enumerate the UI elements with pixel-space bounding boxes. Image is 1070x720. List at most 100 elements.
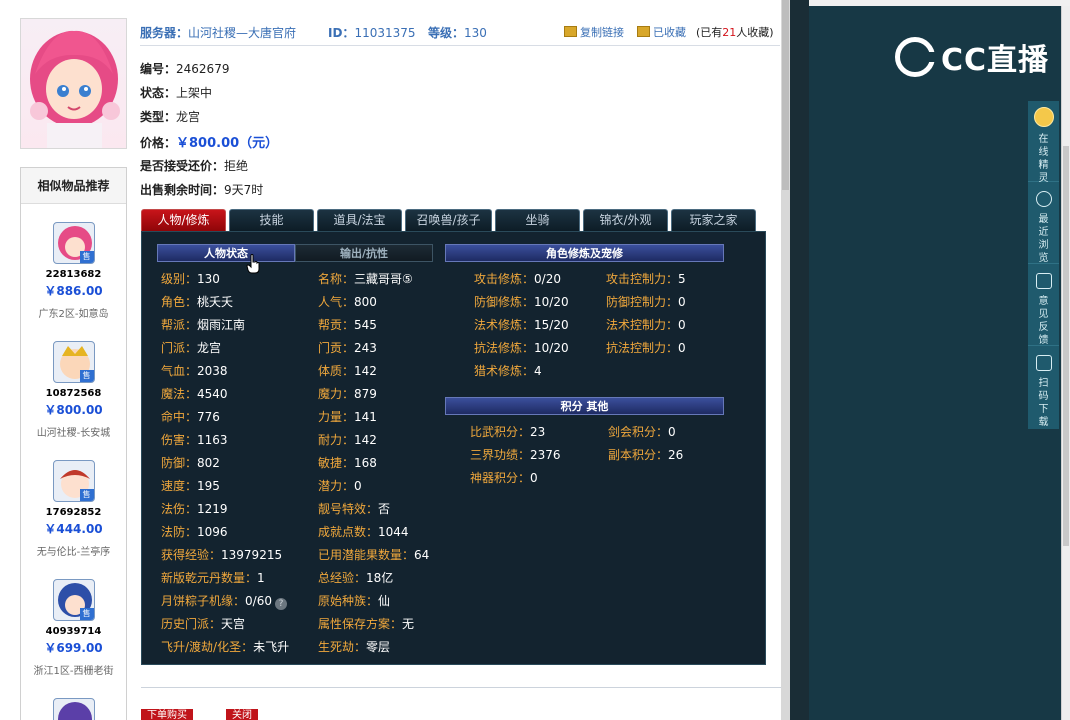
divider-strip bbox=[790, 0, 809, 720]
copy-link-button[interactable]: 复制链接 bbox=[564, 24, 624, 40]
points-row: 副本积分：26 bbox=[608, 448, 684, 462]
sell-badge: 售 bbox=[79, 489, 94, 501]
points-row: 三界功绩：2376 bbox=[470, 448, 561, 462]
golden-crown-avatar-icon: 售 bbox=[52, 341, 95, 383]
control-row: 法术控制力：0 bbox=[606, 318, 686, 332]
similar-item-server[interactable]: 无与伦比-兰亭序 bbox=[21, 543, 126, 558]
tab-outfits[interactable]: 锦衣/外观 bbox=[583, 209, 668, 231]
close-button[interactable]: 关闭 bbox=[226, 709, 258, 720]
points-header: 积分 其他 bbox=[445, 397, 724, 415]
listing-price: 价格：￥800.00（元） bbox=[140, 136, 279, 151]
similar-item[interactable]: 售 40939714 ￥699.00 浙江1区-西栅老街 bbox=[21, 579, 126, 677]
stat-row: 帮贡：545 bbox=[318, 318, 377, 332]
similar-item-server[interactable]: 山河社稷-长安城 bbox=[21, 424, 126, 439]
similar-item-server[interactable]: 广东2区-如意岛 bbox=[21, 305, 126, 320]
similar-item[interactable]: 售 10872568 ￥800.00 山河社稷-长安城 bbox=[21, 341, 126, 439]
sub-tab-resist[interactable]: 输出/抗性 bbox=[295, 244, 433, 262]
favorite-icon bbox=[637, 26, 650, 37]
favorite-count: (已有21人收藏) bbox=[696, 26, 774, 39]
page-root: 相似物品推荐 售 22813682 ￥886.00 广东2区-如意岛 售 108… bbox=[0, 0, 1070, 720]
similar-item[interactable] bbox=[21, 698, 126, 720]
stat-row: 获得经验：13979215 bbox=[161, 548, 283, 562]
stat-row: 名称：三藏哥哥⑤ bbox=[318, 272, 413, 286]
qr-scan-icon bbox=[1035, 355, 1052, 371]
cultivation-row: 防御修炼：10/20 bbox=[474, 295, 569, 309]
edit-icon bbox=[1035, 273, 1052, 289]
stat-row: 魔法：4540 bbox=[161, 387, 228, 401]
tool-scan-download[interactable]: 扫码下载 bbox=[1028, 347, 1059, 428]
boy-avatar-icon: 售 bbox=[52, 460, 95, 502]
help-icon[interactable]: ? bbox=[274, 598, 287, 610]
stat-row: 已用潜能果数量：64 bbox=[318, 548, 430, 562]
tab-items[interactable]: 道具/法宝 bbox=[317, 209, 402, 231]
side-toolbar: 在线精灵 最近浏览 意见反馈 扫码下载 bbox=[1028, 101, 1059, 429]
stat-row: 靓号特效：否 bbox=[318, 502, 391, 516]
stat-row: 气血：2038 bbox=[161, 364, 228, 378]
pink-hair-avatar-icon: 售 bbox=[52, 222, 95, 264]
buy-button[interactable]: 下单购买 bbox=[141, 709, 193, 720]
sell-badge: 售 bbox=[79, 370, 94, 382]
listing-header: 服务器：山河社稷—大唐官府 ID：11031375 等级：130 复制链接 已收… bbox=[140, 18, 780, 46]
stat-row: 级别：130 bbox=[161, 272, 220, 286]
stat-row: 新版乾元丹数量：1 bbox=[161, 571, 265, 585]
control-row: 防御控制力：0 bbox=[606, 295, 686, 309]
favorited-button[interactable]: 已收藏 bbox=[637, 24, 686, 40]
listing-number: 编号：2462679 bbox=[140, 62, 230, 76]
stat-row: 历史门派：天宫 bbox=[161, 617, 246, 631]
level-info: 等级：130 bbox=[428, 26, 487, 40]
role-id-info: ID：11031375 bbox=[328, 26, 416, 40]
cultivation-row: 猎术修炼：4 bbox=[474, 364, 542, 378]
similar-item-id: 10872568 bbox=[45, 388, 102, 399]
tab-player-home[interactable]: 玩家之家 bbox=[671, 209, 756, 231]
copy-link-icon bbox=[564, 26, 577, 37]
similar-item-id: 40939714 bbox=[45, 626, 102, 637]
tab-pets[interactable]: 召唤兽/孩子 bbox=[405, 209, 492, 231]
server-info: 服务器：山河社稷—大唐官府 bbox=[140, 26, 297, 40]
similar-item-price: ￥886.00 bbox=[44, 284, 103, 298]
similar-item-server[interactable]: 浙江1区-西栅老街 bbox=[21, 662, 126, 677]
stat-row: 法防：1096 bbox=[161, 525, 228, 539]
page-scrollbar[interactable] bbox=[781, 0, 790, 720]
stat-row: 生死劫：零层 bbox=[318, 640, 391, 654]
control-row: 攻击控制力：5 bbox=[606, 272, 686, 286]
similar-items-panel: 相似物品推荐 售 22813682 ￥886.00 广东2区-如意岛 售 108… bbox=[20, 167, 127, 720]
cc-live-logo: CC直播 bbox=[895, 36, 1049, 78]
stat-row: 成就点数：1044 bbox=[318, 525, 409, 539]
tool-recent-browse[interactable]: 最近浏览 bbox=[1028, 183, 1059, 264]
stat-row: 总经验：18亿 bbox=[318, 571, 394, 585]
similar-item-id: 22813682 bbox=[45, 269, 102, 280]
cc-logo-icon bbox=[895, 37, 936, 77]
similar-item[interactable]: 售 17692852 ￥444.00 无与伦比-兰亭序 bbox=[21, 460, 126, 558]
stat-row: 飞升/渡劫/化圣：未飞升 bbox=[161, 640, 290, 654]
tab-mounts[interactable]: 坐骑 bbox=[495, 209, 580, 231]
tool-online-sprite[interactable]: 在线精灵 bbox=[1028, 101, 1059, 184]
page-scrollbar-thumb[interactable] bbox=[782, 0, 789, 190]
tab-skills[interactable]: 技能 bbox=[229, 209, 314, 231]
tab-character[interactable]: 人物/修炼 bbox=[141, 209, 226, 231]
detail-tabs: 人物/修炼 技能 道具/法宝 召唤兽/孩子 坐骑 锦衣/外观 玩家之家 bbox=[141, 209, 766, 231]
sell-badge: 售 bbox=[79, 251, 94, 263]
cultivation-row: 抗法修炼：10/20 bbox=[474, 341, 569, 355]
sub-tab-status[interactable]: 人物状态 bbox=[157, 244, 295, 262]
stat-row: 门贡：243 bbox=[318, 341, 377, 355]
stat-row: 伤害：1163 bbox=[161, 433, 228, 447]
purple-hair-avatar-icon bbox=[52, 698, 95, 720]
blue-hair-avatar-icon: 售 bbox=[52, 579, 95, 621]
hand-cursor-icon bbox=[246, 254, 260, 274]
stat-row: 角色：桃夭夭 bbox=[161, 295, 234, 309]
similar-item[interactable]: 售 22813682 ￥886.00 广东2区-如意岛 bbox=[21, 222, 126, 320]
pink-hair-girl-portrait bbox=[30, 30, 120, 148]
overlay-scrollbar[interactable] bbox=[1061, 6, 1070, 720]
overlay-scrollbar-thumb[interactable] bbox=[1063, 146, 1069, 546]
stat-row: 耐力：142 bbox=[318, 433, 377, 447]
stat-row: 属性保存方案：无 bbox=[318, 617, 415, 631]
stat-row: 人气：800 bbox=[318, 295, 377, 309]
listing-status: 状态：上架中 bbox=[140, 86, 213, 100]
points-row: 比武积分：23 bbox=[470, 425, 546, 439]
stat-row: 法伤：1219 bbox=[161, 502, 228, 516]
tool-feedback[interactable]: 意见反馈 bbox=[1028, 265, 1059, 346]
character-detail-panel: 人物状态 输出/抗性 角色修炼及宠修 积分 其他 级别：130 角色：桃夭夭 帮… bbox=[141, 231, 766, 665]
similar-items-title: 相似物品推荐 bbox=[21, 168, 126, 204]
cultivation-row: 攻击修炼：0/20 bbox=[474, 272, 561, 286]
listing-type: 类型：龙宫 bbox=[140, 110, 201, 124]
